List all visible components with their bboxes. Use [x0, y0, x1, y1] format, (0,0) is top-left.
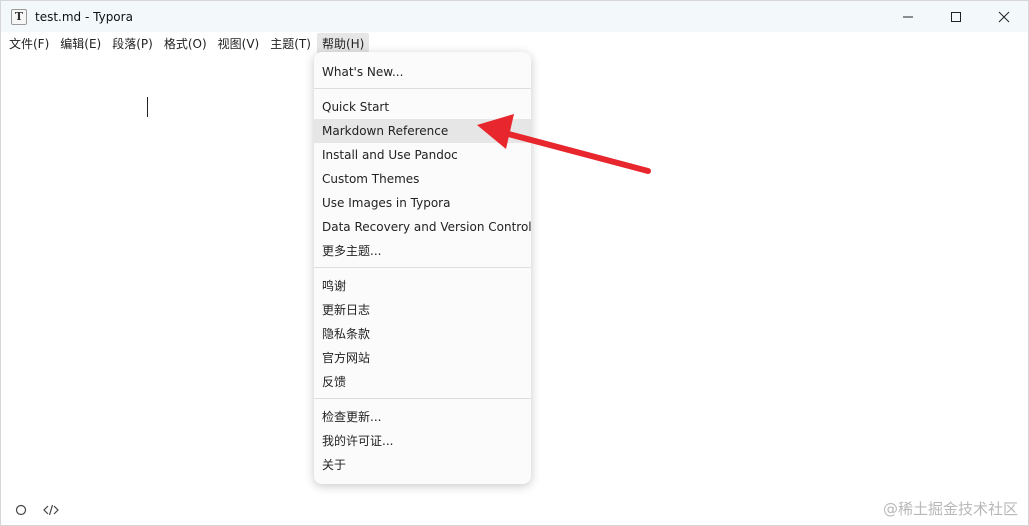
help-menu-install-pandoc[interactable]: Install and Use Pandoc [314, 143, 531, 167]
maximize-icon [951, 11, 961, 22]
help-menu-use-images[interactable]: Use Images in Typora [314, 191, 531, 215]
menu-bar: 文件(F) 编辑(E) 段落(P) 格式(O) 视图(V) 主题(T) 帮助(H… [1, 32, 1028, 54]
window-title: test.md - Typora [35, 9, 133, 24]
close-icon [998, 11, 1010, 22]
help-menu-quick-start[interactable]: Quick Start [314, 95, 531, 119]
help-menu-my-license[interactable]: 我的许可证... [314, 429, 531, 453]
help-menu-dropdown: What's New... Quick Start Markdown Refer… [314, 52, 532, 484]
title-bar[interactable]: T test.md - Typora [1, 1, 1028, 32]
source-code-mode-button[interactable] [41, 500, 61, 520]
outline-toggle-button[interactable] [11, 500, 31, 520]
help-menu-changelog[interactable]: 更新日志 [314, 298, 531, 322]
status-bar [1, 495, 1028, 525]
menu-edit[interactable]: 编辑(E) [55, 33, 106, 54]
menu-themes[interactable]: 主题(T) [265, 33, 316, 54]
help-menu-more-themes[interactable]: 更多主题... [314, 239, 531, 263]
watermark: @稀土掘金技术社区 [882, 500, 1018, 518]
menu-file[interactable]: 文件(F) [4, 33, 54, 54]
window-controls [884, 1, 1028, 32]
close-button[interactable] [980, 1, 1028, 32]
menu-paragraph[interactable]: 段落(P) [107, 33, 158, 54]
minimize-button[interactable] [884, 1, 932, 32]
help-menu-whats-new[interactable]: What's New... [314, 60, 531, 84]
help-menu-custom-themes[interactable]: Custom Themes [314, 167, 531, 191]
maximize-button[interactable] [932, 1, 980, 32]
menu-format[interactable]: 格式(O) [159, 33, 212, 54]
help-menu-website[interactable]: 官方网站 [314, 346, 531, 370]
menu-help[interactable]: 帮助(H) [316, 32, 370, 54]
help-menu-markdown-reference[interactable]: Markdown Reference [314, 119, 531, 143]
help-menu-privacy[interactable]: 隐私条款 [314, 322, 531, 346]
typora-app-icon: T [11, 8, 27, 25]
menu-view[interactable]: 视图(V) [213, 33, 265, 54]
menu-separator [314, 88, 531, 89]
text-caret [147, 97, 148, 117]
code-icon [43, 504, 59, 516]
help-menu-feedback[interactable]: 反馈 [314, 370, 531, 394]
help-menu-acknowledgements[interactable]: 鸣谢 [314, 274, 531, 298]
menu-separator [314, 267, 531, 268]
minimize-icon [903, 16, 913, 17]
circle-icon [15, 504, 27, 516]
menu-separator [314, 398, 531, 399]
help-menu-check-updates[interactable]: 检查更新... [314, 405, 531, 429]
help-menu-data-recovery[interactable]: Data Recovery and Version Control [314, 215, 532, 239]
help-menu-about[interactable]: 关于 [314, 453, 531, 477]
typora-window: T test.md - Typora 文件(F) 编辑(E) 段落(P) 格式(… [0, 0, 1029, 526]
